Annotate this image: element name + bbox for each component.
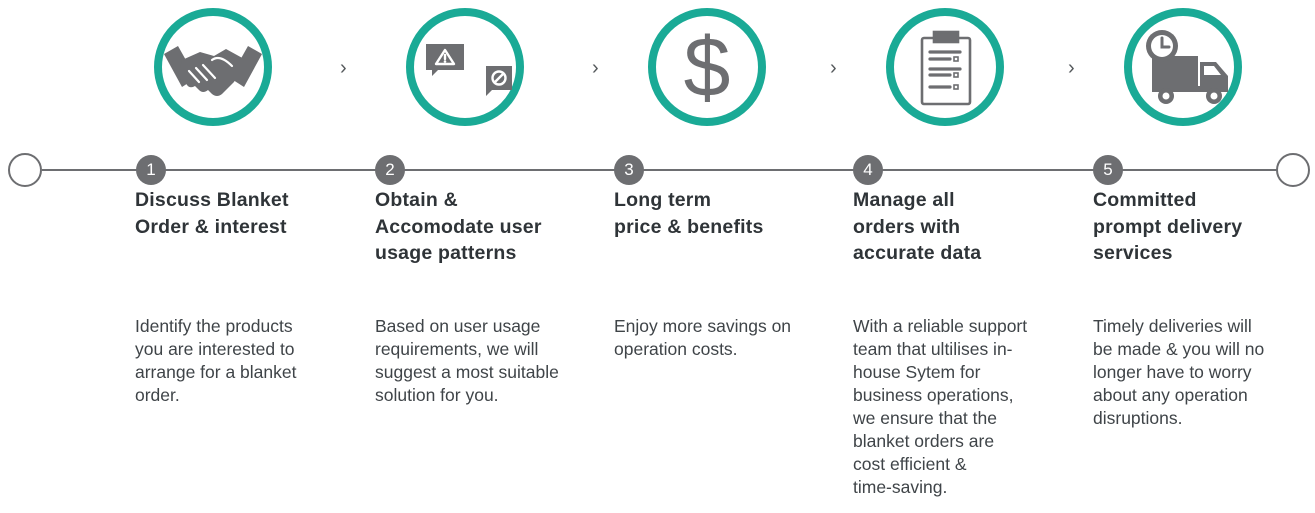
step-4-title-line: orders with [853,215,961,238]
delivery-truck-icon [1146,30,1228,104]
step-1-title: Discuss Blanket Order & interest [135,187,335,240]
step-3-description: Enjoy more savings on operation costs. [614,315,814,361]
chat-warning-icon [426,44,512,96]
step-2-desc-line: suggest a most suitable [375,362,559,382]
step-5-title-line: Committed [1093,189,1197,211]
step-1-desc-line: arrange for a blanket [135,362,297,382]
step-1-description: Identify the products you are interested… [135,315,335,407]
step-4-title-line: Manage all [853,189,955,211]
step-4-desc-line: we ensure that the [853,408,997,428]
step-1-title-line: Order & interest [135,215,287,238]
svg-text:$: $ [684,20,731,114]
step-2-title-line: Accomodate user [375,215,542,238]
step-2-desc-line: Based on user usage [375,316,541,336]
handshake-icon [164,46,262,96]
step-5-desc-line: about any operation [1093,385,1248,405]
timeline-start-ring [8,153,42,187]
separator-chevron-2: › [592,57,599,79]
step-2-title: Obtain & Accomodate user usage patterns [375,187,575,267]
step-4-desc-line: blanket orders are [853,431,995,451]
step-5-description: Timely deliveries will be made & you wil… [1093,315,1293,430]
separator-chevron-3: › [830,57,837,79]
step-4-desc-line: time-saving. [853,477,948,497]
step-2-icon-circle [406,8,524,126]
step-2-title-line: Obtain & [375,189,458,211]
step-5-icon-circle [1124,8,1242,126]
step-3-title: Long term price & benefits [614,187,814,240]
step-2-badge: 2 [375,155,405,185]
step-4-desc-line: team that ultilises in- [853,339,1013,359]
step-5-title: Committed prompt delivery services [1093,187,1293,267]
dollar-icon: $ [684,20,731,114]
step-1-desc-line: you are interested to [135,339,295,359]
step-5-title-line: services [1093,242,1173,264]
step-5-desc-line: Timely deliveries will [1093,316,1252,336]
step-4-icon-circle [886,8,1004,126]
step-2-desc-line: requirements, we will [375,339,539,359]
step-1-badge: 1 [136,155,166,185]
step-2-title-line: usage patterns [375,242,517,264]
step-3-title-line: price & benefits [614,215,764,238]
step-4-description: With a reliable support team that ultili… [853,315,1053,499]
step-2-description: Based on user usage requirements, we wil… [375,315,575,407]
step-3-title-line: Long term [614,189,712,211]
step-3-desc-line: Enjoy more savings on [614,316,792,336]
separator-chevron-4: › [1068,57,1075,79]
step-4-desc-line: cost efficient & [853,454,967,474]
step-5-desc-line: longer have to worry [1093,362,1252,382]
step-5-desc-line: be made & you will no [1093,339,1265,359]
step-3-icon-circle: $ [648,8,766,126]
step-5-title-line: prompt delivery [1093,215,1243,238]
step-1-title-line: Discuss Blanket [135,189,289,211]
step-1-desc-line: order. [135,385,180,405]
step-3-desc-line: operation costs. [614,339,738,359]
step-4-desc-line: house Sytem for [853,362,981,382]
step-4-desc-line: business operations, [853,385,1014,405]
step-5-desc-line: disruptions. [1093,408,1183,428]
step-1-icon-circle [154,8,272,126]
clipboard-icon [920,30,972,106]
step-4-badge: 4 [853,155,883,185]
step-3-badge: 3 [614,155,644,185]
separator-chevron-1: › [340,57,347,79]
step-5-badge: 5 [1093,155,1123,185]
step-2-desc-line: solution for you. [375,385,499,405]
step-4-title: Manage all orders with accurate data [853,187,1053,267]
timeline-end-ring [1276,153,1310,187]
step-4-desc-line: With a reliable support [853,316,1028,336]
step-4-title-line: accurate data [853,242,982,264]
step-1-desc-line: Identify the products [135,316,293,336]
